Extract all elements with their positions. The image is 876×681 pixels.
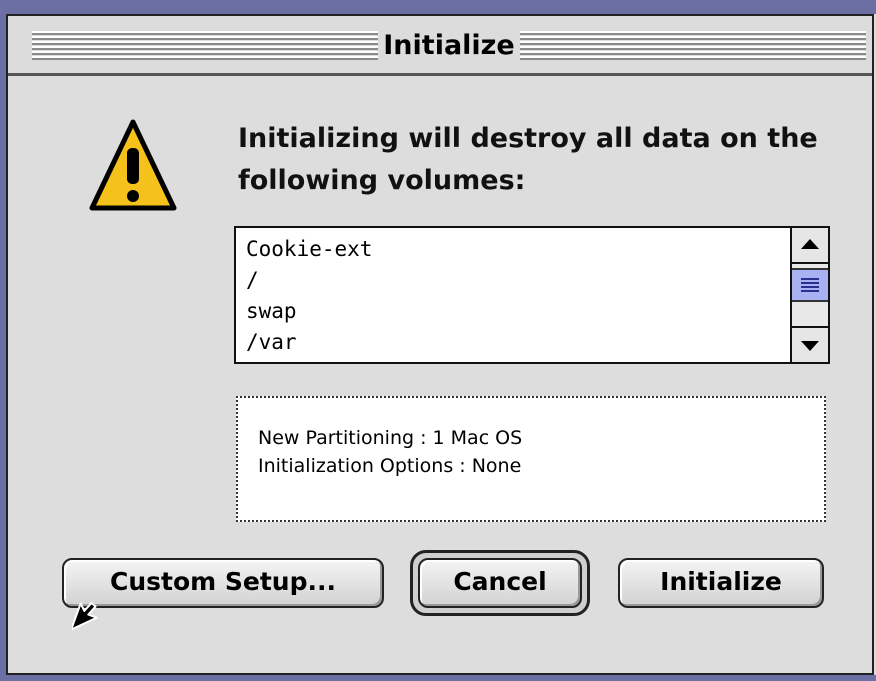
partition-info-box: New Partitioning : 1 Mac OS Initializati…	[236, 396, 826, 522]
warning-message: Initializing will destroy all data on th…	[238, 123, 818, 196]
grip-icon	[801, 278, 819, 292]
scroll-thumb[interactable]	[792, 268, 828, 302]
up-arrow-icon	[801, 239, 819, 249]
list-item[interactable]: /	[246, 265, 372, 296]
desktop-background	[0, 0, 876, 14]
cancel-button[interactable]: Cancel	[418, 558, 582, 608]
title-bar-stripes-right	[520, 31, 866, 61]
list-item[interactable]: /var	[246, 327, 372, 358]
initialize-button[interactable]: Initialize	[618, 558, 824, 608]
volume-list-items: Cookie-ext / swap /var	[246, 234, 372, 358]
warning-icon	[89, 119, 177, 211]
volume-list-scrollbar[interactable]	[790, 228, 828, 362]
scroll-up-button[interactable]	[792, 228, 828, 264]
scroll-down-button[interactable]	[792, 326, 828, 362]
list-item[interactable]: swap	[246, 296, 372, 327]
custom-setup-button[interactable]: Custom Setup...	[62, 558, 384, 608]
window-title: Initialize	[383, 30, 515, 61]
title-bar[interactable]: Initialize	[8, 16, 872, 76]
new-partitioning-text: New Partitioning : 1 Mac OS	[258, 427, 523, 449]
down-arrow-icon	[801, 341, 819, 351]
initialization-options-text: Initialization Options : None	[258, 455, 522, 477]
desktop-background-bottom	[0, 675, 876, 681]
mouse-pointer-icon	[72, 601, 98, 631]
volume-list[interactable]: Cookie-ext / swap /var	[234, 226, 830, 364]
title-bar-stripes-left	[32, 31, 378, 61]
list-item[interactable]: Cookie-ext	[246, 234, 372, 265]
